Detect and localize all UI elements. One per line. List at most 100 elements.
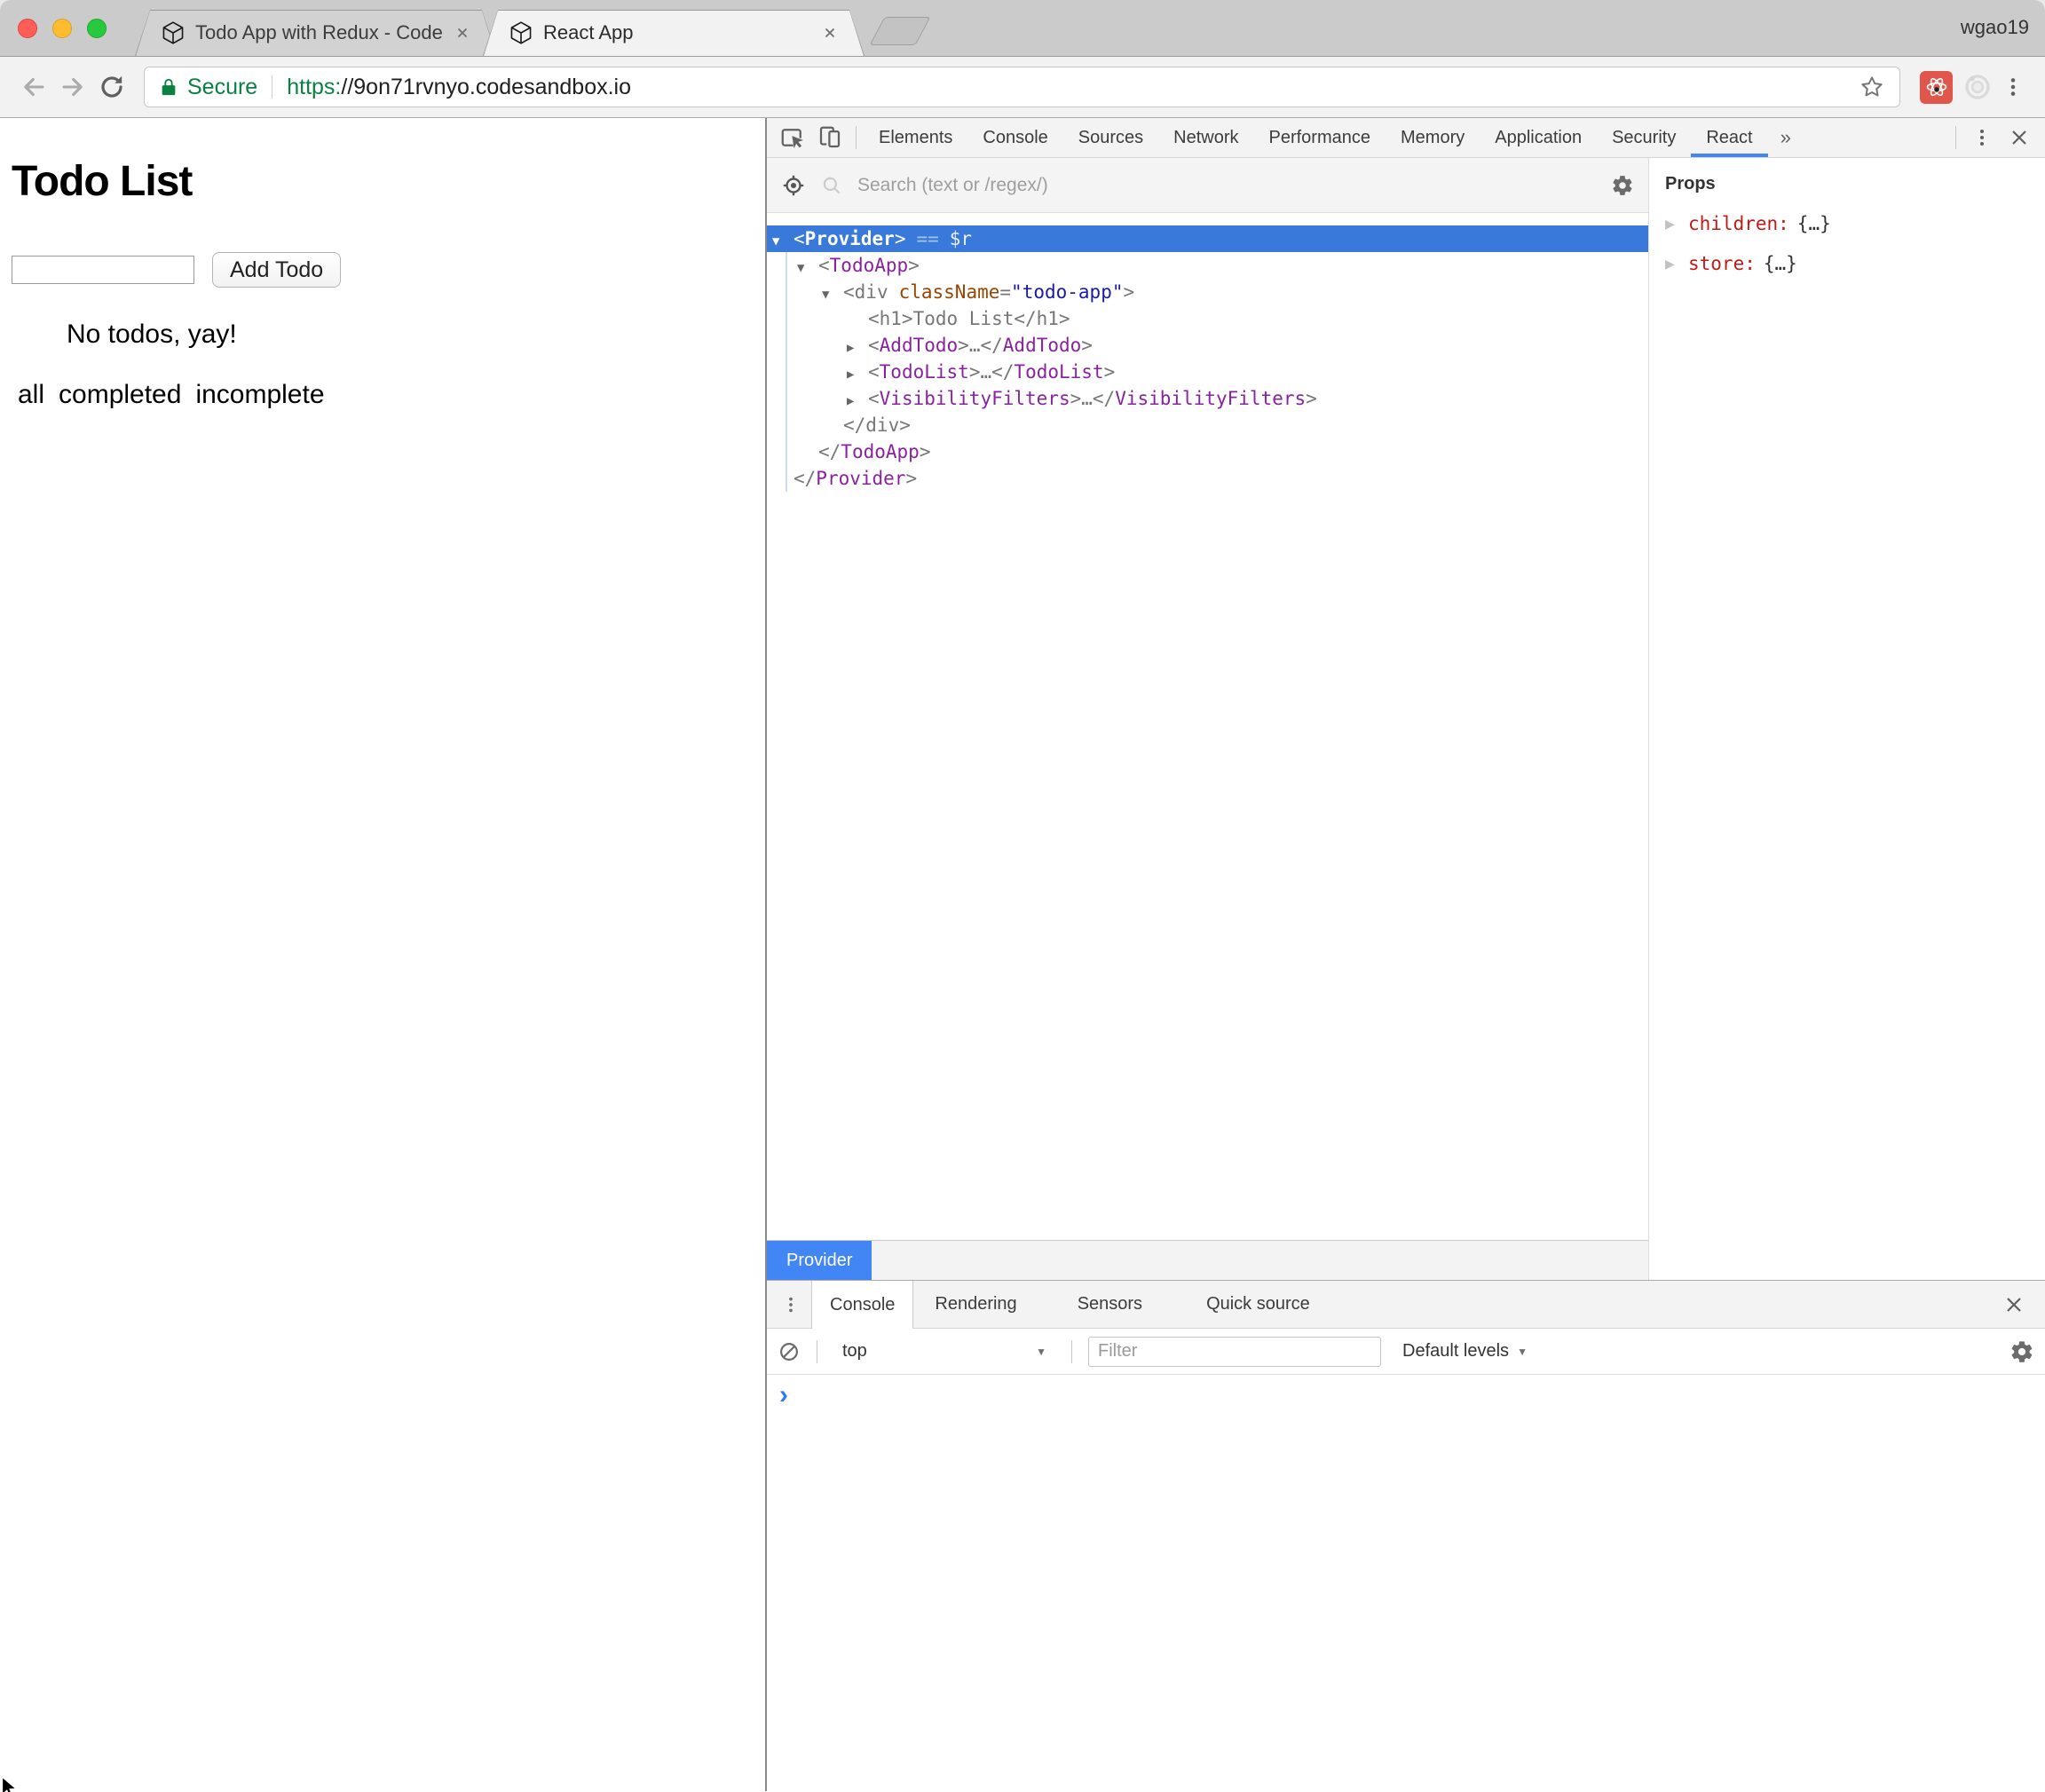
expand-arrow-icon[interactable]: ▶ xyxy=(1665,217,1688,232)
reload-button[interactable] xyxy=(92,67,131,107)
tree-token: </ xyxy=(991,361,1014,383)
close-window-button[interactable] xyxy=(18,19,37,38)
devtools-menu-icon[interactable] xyxy=(1963,127,2001,148)
browser-menu-icon[interactable] xyxy=(1995,75,2031,99)
drawer-tab-rendering[interactable]: Rendering xyxy=(917,1281,1034,1328)
tab-react[interactable]: React xyxy=(1691,118,1767,157)
tree-node-div[interactable]: ▼<divclassName="todo-app"> xyxy=(767,279,1648,305)
breadcrumb-provider[interactable]: Provider xyxy=(767,1241,872,1280)
devtools-close-icon[interactable] xyxy=(2001,127,2038,148)
tab-application[interactable]: Application xyxy=(1480,118,1597,157)
prop-row-store[interactable]: ▶ store: {…} xyxy=(1665,253,2045,274)
clear-console-icon[interactable] xyxy=(778,1340,801,1363)
tree-node-provider-close[interactable]: </Provider> xyxy=(767,465,1648,492)
drawer-tab-sensors[interactable]: Sensors xyxy=(1060,1281,1160,1328)
tree-token: </ xyxy=(1093,388,1115,409)
drawer-menu-icon[interactable] xyxy=(772,1281,809,1328)
tab-strip: Todo App with Redux - CodeSa React App xyxy=(0,0,2045,57)
console-toolbar: top ▼ Default levels ▼ xyxy=(767,1329,2045,1375)
react-settings-gear-icon[interactable] xyxy=(1611,174,1634,197)
forward-button[interactable] xyxy=(53,67,92,107)
component-search-input[interactable] xyxy=(857,175,1597,196)
dollar-r-ref: $r xyxy=(950,228,972,249)
expand-arrow-icon[interactable]: ▼ xyxy=(797,255,818,281)
tree-token: > xyxy=(1123,281,1134,303)
component-name: AddTodo xyxy=(1003,335,1082,356)
log-levels-selector[interactable]: Default levels ▼ xyxy=(1402,1341,1528,1362)
tab-memory[interactable]: Memory xyxy=(1386,118,1480,157)
toolbar-divider xyxy=(1071,1340,1072,1363)
execution-context-selector[interactable]: top ▼ xyxy=(833,1341,1055,1362)
console-filter-input[interactable] xyxy=(1088,1337,1381,1367)
ellipsis-token: … xyxy=(980,361,991,383)
prop-name: children: xyxy=(1688,213,1789,234)
profile-name[interactable]: wgao19 xyxy=(1961,16,2029,39)
expand-arrow-icon[interactable]: ▶ xyxy=(847,335,868,361)
expand-arrow-icon[interactable]: ▶ xyxy=(1665,257,1688,272)
console-prompt-chevron-icon[interactable]: › xyxy=(779,1382,788,1409)
new-tab-button[interactable] xyxy=(869,17,930,45)
tab-title: Todo App with Redux - CodeSa xyxy=(195,21,444,44)
url-text[interactable]: https://9on71rvnyo.codesandbox.io xyxy=(287,75,1859,100)
tab-performance[interactable]: Performance xyxy=(1254,118,1386,157)
tree-node-todoapp-close[interactable]: </TodoApp> xyxy=(767,438,1648,465)
address-bar[interactable]: Secure https://9on71rvnyo.codesandbox.io xyxy=(144,67,1900,107)
tree-node-todolist[interactable]: ▶<TodoList>…</TodoList> xyxy=(767,359,1648,385)
expand-arrow-icon[interactable]: ▶ xyxy=(847,361,868,388)
orbit-extension-icon[interactable] xyxy=(1960,73,1995,101)
tree-token: < xyxy=(818,255,830,276)
browser-toolbar: Secure https://9on71rvnyo.codesandbox.io xyxy=(0,57,2045,118)
tree-token: </ xyxy=(794,468,816,489)
filter-incomplete[interactable]: incomplete xyxy=(195,380,324,410)
minimize-window-button[interactable] xyxy=(52,19,72,38)
tab-network[interactable]: Network xyxy=(1158,118,1253,157)
tab-close-icon[interactable] xyxy=(454,25,470,41)
drawer-close-icon[interactable] xyxy=(1995,1281,2033,1328)
zoom-window-button[interactable] xyxy=(87,19,107,38)
drawer-tab-quick-source[interactable]: Quick source xyxy=(1188,1281,1328,1328)
mouse-cursor-icon xyxy=(0,1776,23,1792)
ellipsis-token: … xyxy=(969,335,981,356)
tree-node-visibilityfilters[interactable]: ▶<VisibilityFilters>…</VisibilityFilters… xyxy=(767,385,1648,412)
tree-node-div-close[interactable]: </div> xyxy=(767,412,1648,438)
console-settings-gear-icon[interactable] xyxy=(2009,1339,2034,1364)
tab-sources[interactable]: Sources xyxy=(1063,118,1158,157)
drawer-tabbar: Console Rendering Sensors Quick source xyxy=(767,1281,2045,1329)
tree-node-todoapp[interactable]: ▼<TodoApp> xyxy=(767,252,1648,279)
bookmark-star-icon[interactable] xyxy=(1859,74,1885,100)
filter-all[interactable]: all xyxy=(18,380,44,410)
console-messages-area[interactable]: › xyxy=(767,1375,2045,1791)
browser-tab-codesandbox[interactable]: Todo App with Redux - CodeSa xyxy=(135,10,497,56)
secure-lock-icon[interactable] xyxy=(159,77,178,97)
tree-token: </ xyxy=(980,335,1002,356)
new-todo-input[interactable] xyxy=(12,256,194,284)
ellipsis-token: … xyxy=(1081,388,1093,409)
page-title: Todo List xyxy=(12,157,765,206)
prop-row-children[interactable]: ▶ children: {…} xyxy=(1665,213,2045,234)
tree-node-addtodo[interactable]: ▶<AddTodo>…</AddTodo> xyxy=(767,332,1648,359)
toolbar-divider xyxy=(1955,126,1956,149)
expand-arrow-icon[interactable]: ▼ xyxy=(772,228,794,255)
tree-token: < xyxy=(794,228,805,249)
inspect-element-icon[interactable] xyxy=(774,118,811,157)
tree-node-provider[interactable]: ▼<Provider>==$r xyxy=(767,225,1648,252)
tab-elements[interactable]: Elements xyxy=(864,118,967,157)
tree-token: > xyxy=(969,361,981,383)
expand-arrow-icon[interactable]: ▼ xyxy=(822,281,843,308)
tab-security[interactable]: Security xyxy=(1597,118,1691,157)
tab-console[interactable]: Console xyxy=(967,118,1062,157)
visibility-filters: all completed incomplete xyxy=(18,380,765,410)
react-extension-icon[interactable] xyxy=(1920,71,1953,104)
add-todo-button[interactable]: Add Todo xyxy=(212,252,341,288)
expand-arrow-icon[interactable]: ▶ xyxy=(847,388,868,414)
browser-tab-react-app[interactable]: React App xyxy=(483,10,865,56)
select-component-target-icon[interactable] xyxy=(781,173,806,198)
drawer-tab-console[interactable]: Console xyxy=(811,1281,913,1329)
more-tabs-chevron-icon[interactable]: » xyxy=(1768,126,1804,149)
props-title: Props xyxy=(1665,174,2045,194)
device-toolbar-icon[interactable] xyxy=(811,118,849,157)
filter-completed[interactable]: completed xyxy=(59,380,181,410)
tab-close-icon[interactable] xyxy=(822,25,838,41)
back-button[interactable] xyxy=(14,67,53,107)
tree-node-h1[interactable]: <h1>Todo List</h1> xyxy=(767,305,1648,332)
